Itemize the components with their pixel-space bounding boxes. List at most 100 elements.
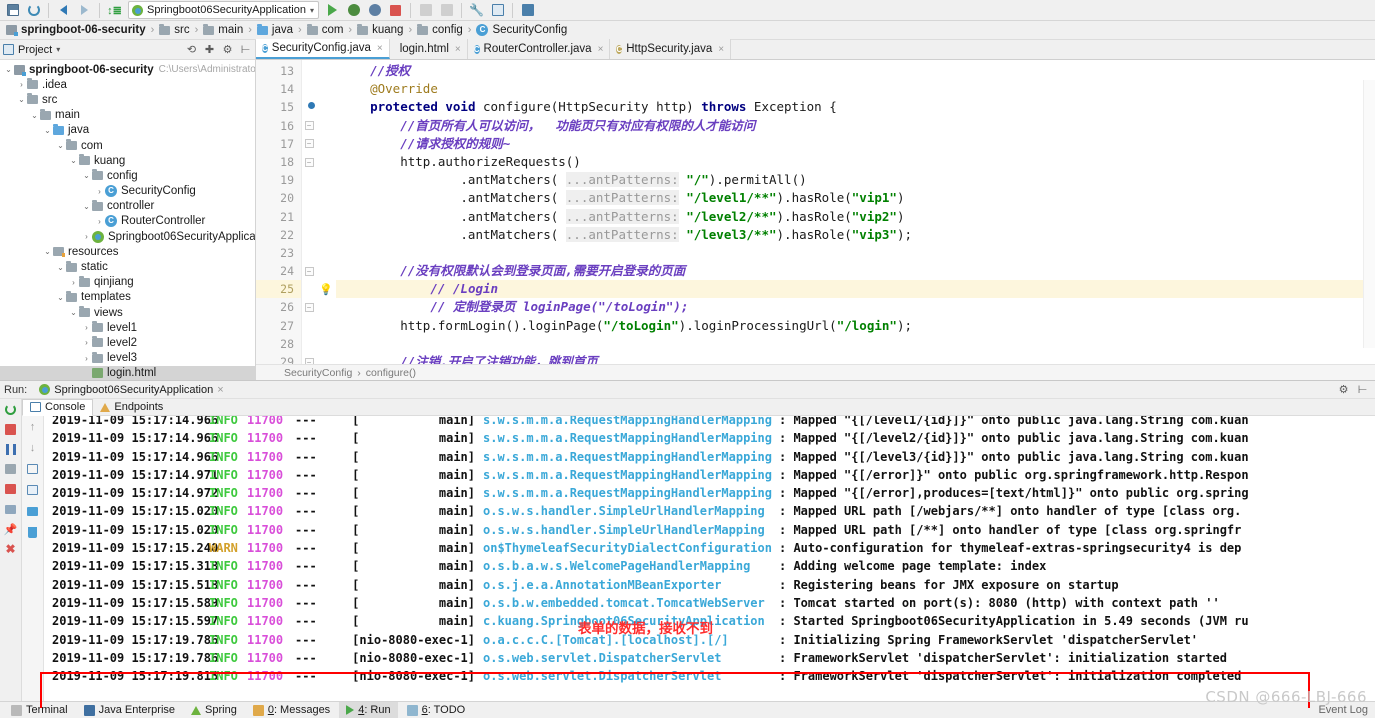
editor-scrollbar[interactable] — [1363, 80, 1375, 348]
code-line[interactable]: //请求授权的规则~ — [336, 135, 1375, 153]
code-line[interactable]: //授权 — [336, 62, 1375, 80]
tree-twisty[interactable]: ⌄ — [81, 202, 92, 211]
tree-twisty[interactable]: ⌄ — [42, 126, 53, 135]
settings-gear-icon[interactable]: ⚙ — [221, 43, 234, 56]
rerun-icon[interactable] — [4, 402, 18, 416]
tree-node[interactable]: › .idea — [0, 77, 255, 92]
tree-node[interactable]: ⌄ springboot-06-security C:\Users\Administ… — [0, 62, 255, 77]
fold-minus-icon[interactable]: − — [304, 266, 314, 276]
tree-node[interactable]: ⌄ kuang — [0, 153, 255, 168]
tree-node[interactable]: › level2 — [0, 335, 255, 350]
breadcrumb-item-2[interactable]: main — [201, 23, 245, 36]
code-line[interactable]: //首页所有人可以访问， 功能页只有对应有权限的人才能访问 — [336, 117, 1375, 135]
print-icon[interactable] — [26, 504, 40, 518]
chevron-down-icon[interactable]: ▾ — [310, 6, 314, 15]
tree-twisty[interactable]: ⌄ — [3, 65, 14, 74]
editor-tab[interactable]: C HttpSecurity.java × — [610, 39, 732, 59]
tree-node[interactable]: ⌄ main — [0, 108, 255, 123]
forward-icon[interactable] — [74, 1, 95, 20]
bulb-slot[interactable] — [316, 117, 336, 135]
code-line[interactable]: .antMatchers( ...antPatterns: "/level3/*… — [336, 226, 1375, 244]
bulb-slot[interactable] — [316, 208, 336, 226]
tree-twisty[interactable]: ⌄ — [16, 95, 27, 104]
intention-bulb-column[interactable]: 💡 — [316, 60, 336, 364]
fold-marker-slot[interactable] — [302, 335, 316, 353]
fold-marker-slot[interactable] — [302, 189, 316, 207]
intention-bulb-icon[interactable]: 💡 — [319, 283, 333, 296]
tree-twisty[interactable]: › — [81, 232, 92, 241]
bulb-slot[interactable]: 💡 — [316, 280, 336, 298]
settings-icon[interactable] — [517, 1, 538, 20]
project-title-group[interactable]: Project ▾ — [3, 44, 60, 56]
fold-marker-slot[interactable] — [302, 317, 316, 335]
build-icon[interactable]: 🔧 — [466, 1, 487, 20]
close-icon[interactable]: × — [377, 43, 383, 54]
console-tab[interactable]: Endpoints — [93, 399, 170, 416]
breadcrumb-item-6[interactable]: config — [415, 23, 465, 36]
code-line[interactable]: .antMatchers( ...antPatterns: "/level2/*… — [336, 208, 1375, 226]
editor-breadcrumb-method[interactable]: configure() — [366, 367, 416, 379]
tree-twisty[interactable]: › — [81, 354, 92, 363]
bulb-slot[interactable] — [316, 244, 336, 262]
editor-tab[interactable]: C SecurityConfig.java × — [256, 39, 390, 59]
fold-minus-icon[interactable]: − — [304, 121, 314, 131]
run-configuration-selector[interactable]: Springboot06SecurityApplication ▾ — [128, 1, 320, 19]
bulb-slot[interactable] — [316, 353, 336, 364]
bulb-slot[interactable] — [316, 171, 336, 189]
tree-twisty[interactable]: › — [68, 278, 79, 287]
back-icon[interactable] — [53, 1, 74, 20]
pin-icon[interactable]: 📌 — [4, 522, 18, 536]
breadcrumb-item-4[interactable]: com — [305, 23, 346, 36]
source-code-text[interactable]: //授权 @Override protected void configure(… — [336, 60, 1375, 364]
bulb-slot[interactable] — [316, 98, 336, 116]
status-bar-item-run[interactable]: 4: Run — [339, 701, 398, 718]
close-icon[interactable]: × — [217, 384, 223, 396]
stop-icon[interactable] — [4, 422, 18, 436]
chevron-down-icon[interactable]: ▾ — [56, 45, 60, 54]
code-line[interactable]: // 定制登录页 loginPage("/toLogin"); — [336, 298, 1375, 316]
soft-wrap-icon[interactable] — [26, 462, 40, 476]
code-line[interactable]: @Override — [336, 80, 1375, 98]
sort-icon[interactable]: ↕≣ — [104, 1, 125, 20]
close-icon[interactable]: × — [455, 44, 461, 55]
export-icon[interactable] — [4, 482, 18, 496]
fold-marker-slot[interactable] — [302, 244, 316, 262]
code-line[interactable]: http.authorizeRequests() — [336, 153, 1375, 171]
code-line[interactable]: .antMatchers( ...antPatterns: "/level1/*… — [336, 189, 1375, 207]
tree-twisty[interactable]: ⌄ — [29, 111, 40, 120]
save-all-icon[interactable] — [2, 1, 23, 20]
tree-twisty[interactable]: ⌄ — [42, 247, 53, 256]
tree-twisty[interactable]: ⌄ — [68, 308, 79, 317]
tree-twisty[interactable]: › — [94, 217, 105, 226]
tree-node[interactable]: ⌄ views — [0, 305, 255, 320]
fold-marker-slot[interactable] — [302, 280, 316, 298]
debug-icon[interactable] — [343, 1, 364, 20]
tree-node[interactable]: ⌄ resources — [0, 244, 255, 259]
fold-marker-slot[interactable] — [302, 171, 316, 189]
bulb-slot[interactable] — [316, 62, 336, 80]
code-line[interactable]: http.formLogin().loginPage("/toLogin").l… — [336, 317, 1375, 335]
clear-all-icon[interactable] — [26, 525, 40, 539]
tree-twisty[interactable]: ⌄ — [55, 293, 66, 302]
tree-node[interactable]: ⌄ templates — [0, 290, 255, 305]
tree-twisty[interactable]: ⌄ — [68, 156, 79, 165]
tree-node[interactable]: › qinjiang — [0, 275, 255, 290]
console-log-output[interactable]: 2019-11-09 15:17:14.966 INFO 11700 ---[ mai… — [44, 416, 1375, 716]
scroll-down-icon[interactable]: ↓ — [26, 441, 40, 455]
fold-minus-icon[interactable]: − — [304, 139, 314, 149]
code-line[interactable]: protected void configure(HttpSecurity ht… — [336, 98, 1375, 116]
hide-icon[interactable]: ⊢ — [1356, 383, 1369, 396]
tree-node[interactable]: ⌄ config — [0, 168, 255, 183]
run-icon[interactable] — [322, 1, 343, 20]
code-line[interactable] — [336, 335, 1375, 353]
breadcrumb-item-3[interactable]: java — [255, 23, 295, 36]
tree-twisty[interactable]: ⌄ — [55, 141, 66, 150]
code-line[interactable]: // /Login — [336, 280, 1375, 299]
locate-icon[interactable]: ✚ — [203, 43, 216, 56]
profile-icon[interactable] — [415, 1, 436, 20]
status-bar-item-todo[interactable]: 6: TODO — [400, 702, 473, 718]
close-icon[interactable]: × — [598, 44, 604, 55]
scroll-to-end-icon[interactable] — [26, 483, 40, 497]
bulb-slot[interactable] — [316, 80, 336, 98]
print-screen-icon[interactable] — [4, 502, 18, 516]
